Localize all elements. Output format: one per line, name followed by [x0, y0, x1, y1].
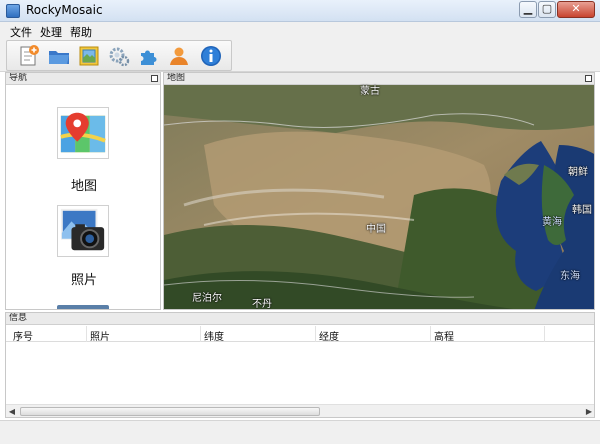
column-header-elevation[interactable]: 高程	[434, 328, 454, 343]
map-panel-title: 地图	[167, 73, 186, 83]
window-title: RockyMosaic	[26, 3, 103, 17]
status-bar	[0, 420, 600, 444]
column-header-index[interactable]: 序号	[13, 328, 33, 343]
panel-pin-icon[interactable]	[585, 75, 592, 82]
minimize-button[interactable]: ▁	[519, 1, 537, 18]
scroll-left-arrow-icon[interactable]: ◀	[6, 405, 18, 417]
map-pin-icon	[57, 107, 109, 159]
nav-item-photo-label: 照片	[70, 273, 97, 288]
map-label-nepal: 尼泊尔	[192, 293, 222, 304]
toolbar	[0, 39, 600, 72]
map-label-yellow-sea: 黄海	[542, 217, 562, 228]
map-label-mongolia: 蒙古	[360, 86, 380, 97]
nav-panel-header: 导航	[6, 73, 160, 85]
nav-item-partial-icon	[57, 305, 109, 309]
column-header-longitude[interactable]: 经度	[319, 328, 339, 343]
app-icon	[6, 4, 20, 18]
map-tile-icon[interactable]	[77, 44, 101, 68]
satellite-map-image	[164, 85, 594, 309]
close-button[interactable]: ✕	[557, 1, 595, 18]
nav-panel-title: 导航	[9, 73, 28, 83]
column-header-photo[interactable]: 照片	[90, 328, 110, 343]
table-header: 序号 照片 纬度 经度 高程	[6, 326, 594, 343]
navigation-panel: 导航 地图 照片	[5, 72, 161, 310]
map-label-south-korea: 韩国	[572, 205, 592, 216]
scrollbar-thumb[interactable]	[20, 407, 320, 416]
info-panel-header: 信息	[6, 313, 594, 325]
title-bar: RockyMosaic ▁ ▢ ✕	[0, 0, 600, 22]
user-icon[interactable]	[167, 44, 191, 68]
column-divider	[315, 326, 316, 342]
info-panel: 信息 序号 照片 纬度 经度 高程 ◀ ▶	[5, 312, 595, 418]
info-icon[interactable]	[199, 44, 223, 68]
menu-file[interactable]: 文件	[10, 24, 32, 40]
menu-process[interactable]: 处理	[40, 24, 62, 40]
column-divider	[86, 326, 87, 342]
menu-help[interactable]: 帮助	[70, 24, 92, 40]
column-divider	[200, 326, 201, 342]
nav-item-map-label: 地图	[70, 179, 97, 194]
map-label-bhutan: 不丹	[252, 299, 272, 310]
new-project-icon[interactable]	[17, 44, 41, 68]
settings-gears-icon[interactable]	[107, 44, 131, 68]
plugin-puzzle-icon[interactable]	[137, 44, 161, 68]
maximize-button[interactable]: ▢	[538, 1, 556, 18]
column-divider	[430, 326, 431, 342]
map-panel: 地图 蒙古 中国 朝鲜 韩国 黄海 东海 尼泊尔 不丹	[163, 72, 595, 310]
map-label-china: 中国	[366, 224, 386, 235]
open-folder-icon[interactable]	[47, 44, 71, 68]
column-header-latitude[interactable]: 纬度	[204, 328, 224, 343]
menu-bar: 文件 处理 帮助	[0, 22, 600, 39]
satellite-map-view[interactable]: 蒙古 中国 朝鲜 韩国 黄海 东海 尼泊尔 不丹	[164, 85, 594, 310]
scroll-right-arrow-icon[interactable]: ▶	[583, 405, 594, 417]
camera-photo-icon	[57, 205, 109, 257]
panel-pin-icon[interactable]	[151, 75, 158, 82]
info-panel-title: 信息	[9, 313, 28, 323]
horizontal-scrollbar[interactable]: ◀ ▶	[6, 404, 594, 417]
map-label-east-sea: 东海	[560, 271, 580, 282]
map-label-north-korea: 朝鲜	[568, 167, 588, 178]
column-divider	[544, 326, 545, 342]
